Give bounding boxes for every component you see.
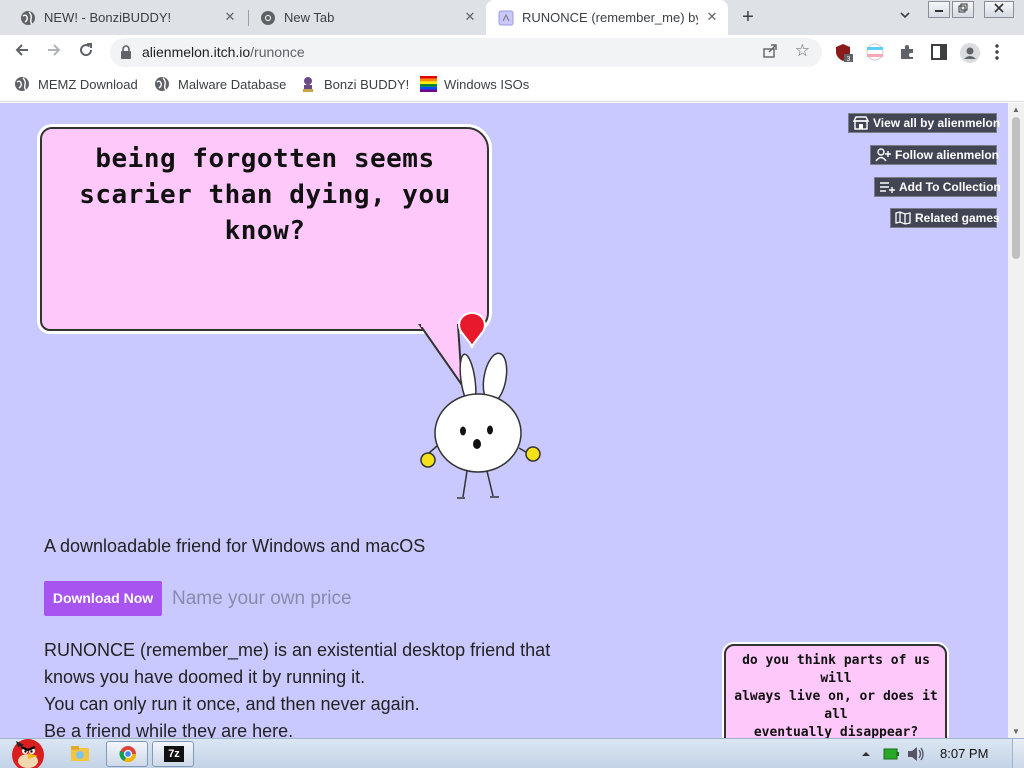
volume-icon[interactable] (906, 745, 926, 763)
follow-author-button[interactable]: Follow alienmelon (870, 145, 1000, 165)
price-placeholder: Name your own price (172, 588, 352, 609)
rainbow-flag-icon (420, 76, 437, 92)
description-line: Be a friend while they are here. (44, 721, 294, 738)
add-to-collection-button[interactable]: Add To Collection (874, 177, 1001, 197)
file-explorer-taskbar-icon[interactable] (60, 741, 100, 767)
bookmark-label: Windows ISOs (444, 76, 530, 92)
seven-zip-icon: 7z (164, 746, 184, 762)
flag-extension-icon[interactable] (866, 43, 884, 61)
action-label: View all by alienmelon (873, 116, 1001, 130)
menu-kebab-icon[interactable] (994, 43, 1004, 61)
lock-icon[interactable] (120, 45, 132, 64)
show-desktop-button[interactable] (1012, 739, 1024, 768)
tab-title: New Tab (284, 10, 335, 25)
page-scrollbar[interactable]: ▲ ▼ (1008, 103, 1024, 738)
description-line: You can only run it once, and then never… (44, 694, 420, 714)
taskbar-clock[interactable]: 8:07 PM (940, 746, 988, 761)
bookmark-star-icon[interactable]: ☆ (795, 41, 810, 61)
globe-icon (14, 76, 30, 92)
playlist-add-icon (879, 180, 895, 194)
globe-icon (20, 10, 36, 26)
bunny-character-image (420, 311, 541, 499)
bonzi-gorilla-icon (300, 76, 316, 92)
chrome-taskbar-button[interactable] (106, 741, 148, 767)
tab-search-chevron-icon[interactable] (896, 9, 914, 27)
puzzle-extensions-icon[interactable] (898, 43, 916, 61)
small-bubble-quote: do you think parts of us will always liv… (726, 652, 946, 738)
bookmark-label: MEMZ Download (38, 76, 138, 92)
scroll-up-arrow-icon[interactable]: ▲ (1012, 105, 1020, 114)
action-label: Follow alienmelon (895, 148, 1000, 162)
extension-badge: 3 (847, 56, 851, 63)
angry-bird-start-button[interactable] (4, 731, 50, 768)
new-tab-button[interactable]: + (736, 6, 760, 30)
show-hidden-icons-icon[interactable] (860, 747, 874, 761)
tab-title: NEW! - BonziBUDDY! (44, 10, 172, 25)
close-tab-icon[interactable]: ✕ (462, 9, 478, 25)
shield-extension-icon[interactable]: 3 (834, 43, 853, 63)
game-description: RUNONCE (remember_me) is an existential … (44, 637, 604, 738)
url-host: alienmelon.itch.io (142, 44, 251, 60)
seven-zip-taskbar-button[interactable]: 7z (152, 741, 194, 767)
storefront-icon (853, 116, 869, 130)
map-icon (895, 211, 911, 225)
description-line: RUNONCE (remember_me) is an existential … (44, 640, 551, 660)
bubble-line: eventually disappear? (753, 725, 919, 738)
url-text[interactable]: alienmelon.itch.io/runonce (142, 44, 305, 60)
tab-runonce[interactable]: RUNONCE (remember_me) by ✕ (486, 0, 728, 35)
share-icon[interactable] (762, 43, 778, 62)
back-arrow-icon[interactable] (10, 41, 34, 65)
close-window-button[interactable] (984, 1, 1014, 18)
add-user-icon (875, 148, 891, 162)
bubble-line: being forgotten seems (95, 144, 435, 174)
profile-avatar-icon[interactable] (960, 43, 980, 63)
battery-icon[interactable] (882, 746, 900, 762)
bookmark-label: Bonzi BUDDY! (324, 76, 410, 92)
tab-title: RUNONCE (remember_me) by (522, 10, 698, 25)
scroll-down-arrow-icon[interactable]: ▼ (1012, 727, 1020, 736)
reload-icon[interactable] (74, 41, 98, 65)
address-bar[interactable]: alienmelon.itch.io/runonce ☆ (110, 38, 822, 67)
globe-icon (154, 76, 170, 92)
bookmark-malware-database[interactable]: Malware Database (154, 76, 286, 92)
close-tab-icon[interactable]: ✕ (222, 9, 238, 25)
game-tagline: A downloadable friend for Windows and ma… (44, 536, 426, 556)
related-games-button[interactable]: Related games (890, 208, 1000, 228)
side-panel-icon[interactable] (930, 43, 948, 61)
view-all-by-author-button[interactable]: View all by alienmelon (848, 113, 1001, 133)
close-tab-icon[interactable]: ✕ (704, 9, 720, 25)
url-path: /runonce (250, 44, 305, 60)
bubble-line: scarier than dying, you (79, 180, 451, 210)
itch-page-icon (498, 10, 514, 26)
forward-arrow-icon[interactable] (42, 41, 66, 65)
description-line: knows you have doomed it by running it. (44, 667, 366, 687)
download-now-button[interactable]: Download Now (44, 581, 162, 616)
bookmark-memz-download[interactable]: MEMZ Download (14, 76, 138, 92)
bookmark-windows-isos[interactable]: Windows ISOs (420, 76, 529, 92)
windows-taskbar: 7z 8:07 PM (0, 738, 1024, 768)
tab-new-tab[interactable]: New Tab ✕ (248, 0, 486, 35)
bookmark-bonzi-buddy[interactable]: Bonzi BUDDY! (300, 76, 409, 92)
bubble-line: do you think parts of us will (742, 653, 930, 686)
bookmark-label: Malware Database (178, 76, 287, 92)
chrome-icon (260, 10, 276, 26)
tab-strip: NEW! - BonziBUDDY! ✕ New Tab ✕ RUNONCE (… (0, 0, 1024, 35)
bookmarks-bar: MEMZ Download Malware Database Bonzi BUD… (0, 70, 1024, 102)
restore-window-button[interactable] (952, 1, 974, 18)
bubble-quote: being forgotten seems scarier than dying… (70, 141, 460, 249)
action-label: Add To Collection (899, 180, 1001, 194)
bubble-line: know? (224, 216, 306, 246)
bubble-line: always live on, or does it all (734, 689, 938, 722)
minimize-window-button[interactable] (928, 1, 950, 18)
action-label: Related games (915, 211, 1000, 225)
page-content: being forgotten seems scarier than dying… (0, 103, 1008, 738)
scrollbar-thumb[interactable] (1012, 117, 1020, 259)
tab-bonzibuddy[interactable]: NEW! - BonziBUDDY! ✕ (8, 0, 246, 35)
browser-toolbar: alienmelon.itch.io/runonce ☆ 3 (0, 35, 1024, 70)
